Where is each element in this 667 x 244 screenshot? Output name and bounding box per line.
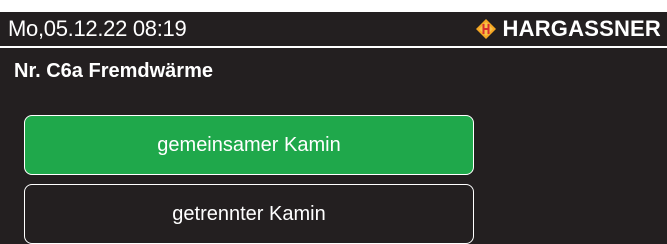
cropped-header-remnant xyxy=(0,0,240,6)
datetime-label: Mo,05.12.22 08:19 xyxy=(8,16,187,41)
display-frame: Mo,05.12.22 08:19 HARGASSNER Nr. C6a Fre… xyxy=(0,0,667,244)
hargassner-logo-icon xyxy=(475,19,496,39)
status-bar: Mo,05.12.22 08:19 HARGASSNER xyxy=(0,12,667,48)
brand: HARGASSNER xyxy=(475,14,661,44)
brand-name: HARGASSNER xyxy=(502,16,661,41)
controller-screen: Mo,05.12.22 08:19 HARGASSNER Nr. C6a Fre… xyxy=(0,12,667,244)
option-getrennter-kamin-button[interactable]: getrennter Kamin xyxy=(24,184,474,244)
option-gemeinsamer-kamin-button[interactable]: gemeinsamer Kamin xyxy=(24,115,474,175)
page-title: Nr. C6a Fremdwärme xyxy=(14,60,213,82)
